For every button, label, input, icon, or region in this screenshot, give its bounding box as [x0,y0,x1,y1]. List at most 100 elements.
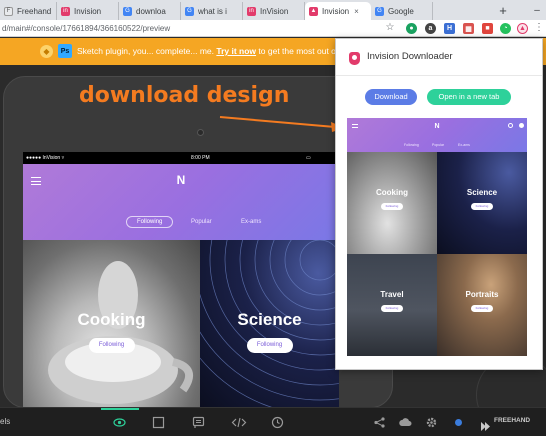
tab-invision-2[interactable]: in InVision [243,2,305,20]
preview-tab: Following [404,143,419,147]
open-new-tab-button[interactable]: Open in a new tab [427,89,511,105]
invision-downloader-extension-icon[interactable]: ▲ [517,23,528,34]
share-icon[interactable] [373,416,386,429]
invision-tab-icon: in [61,6,70,16]
status-dot-icon [452,416,465,429]
preview-card-cooking: Cooking Following [347,152,437,254]
follow-button[interactable]: Following [246,338,293,353]
settings-icon[interactable] [425,416,438,429]
comment-box-icon[interactable] [152,416,165,429]
eye-icon[interactable] [113,416,126,429]
card-science[interactable]: Science Following [200,240,339,407]
preview-logo: N [434,123,440,130]
design-preview-image: N Following Popular Ex-ams Cooking Follo… [347,118,527,356]
minimize-window-icon[interactable]: – [530,3,544,17]
tab-label: downloa [136,6,166,16]
app-tab-popular[interactable]: Popular [191,216,212,228]
diamond-icon: ◆ [40,45,53,58]
card-title: Science [237,310,302,329]
freehand-tab-icon: F [4,6,13,16]
circle-green-extension-icon[interactable]: ● [406,23,417,34]
invision-tab-icon: ▲ [309,6,318,16]
google-tab-icon: G [375,6,384,16]
follow-button: Following [381,305,403,312]
follow-button: Following [471,203,493,210]
invision-downloader-logo-icon [349,52,360,65]
a-extension-icon[interactable]: a [425,23,436,34]
card-title: Portraits [465,290,499,299]
tab-label: InVision [260,6,289,16]
photoshop-icon: Ps [58,44,72,58]
tab-google[interactable]: G Google [371,2,433,20]
preview-header: N Following Popular Ex-ams [347,118,527,152]
tab-label: Google [388,6,414,16]
close-tab-icon[interactable]: × [354,7,359,16]
search-icon [508,123,513,128]
browser-menu-icon[interactable]: ⋮ [534,22,544,33]
tab-label: Freehand [17,6,52,16]
hamburger-menu-icon [352,124,358,128]
card-title: Cooking [376,188,408,197]
tab-download[interactable]: G downloa [119,2,181,20]
try-it-now-link[interactable]: Try it now [216,46,256,56]
card-title: Travel [380,290,404,299]
h-extension-icon[interactable]: H [444,23,455,34]
bookmark-star-icon[interactable]: ☆ [384,22,396,34]
freehand-logo-icon [481,418,491,431]
follow-button: Following [471,305,493,312]
card-cooking[interactable]: Cooking Following [23,240,200,407]
bottom-toolbar: els FREEHAND [0,407,546,436]
invision-tab-icon: in [247,6,256,16]
preview-tab: Popular [432,143,445,147]
address-bar: d/main#/console/17661894/366160522/previ… [0,20,546,37]
url-field[interactable]: d/main#/console/17661894/366160522/previ… [0,20,170,37]
follow-button[interactable]: Following [88,338,135,353]
device-screen: ●●●●● InVision ▿ 8:00 PM ▭ N Following P… [23,152,339,407]
google-tab-icon: G [123,6,132,16]
history-icon[interactable] [271,416,284,429]
code-icon[interactable] [231,416,247,429]
new-tab-button[interactable]: + [496,2,510,18]
avatar [519,123,524,128]
tab-invision-active[interactable]: ▲ Invision × [305,2,371,20]
preview-card-travel: Travel Following [347,254,437,356]
panel-label: els [0,417,11,426]
tab-label: what is i [198,6,227,16]
device-status-bar: ●●●●● InVision ▿ 8:00 PM ▭ [23,152,339,164]
popup-title: Invision Downloader [367,51,453,62]
preview-card-science: Science Following [437,152,527,254]
google-tab-icon: G [185,6,194,16]
app-tab-following[interactable]: Following [126,216,174,228]
tab-freehand[interactable]: F Freehand [0,2,57,20]
app-header: N Following Popular Ex-ams [23,164,339,240]
tab-label: Invision [322,6,350,16]
active-indicator [101,408,139,410]
status-time: 8:00 PM [191,155,210,161]
preview-tab: Ex-ams [458,143,470,147]
app-logo: N [176,173,186,187]
tab-what-is[interactable]: G what is i [181,2,243,20]
tablet-camera [197,129,204,136]
card-title: Science [466,188,498,197]
browser-tab-strip: F Freehand in Invision G downloa G what … [0,0,546,20]
status-carrier: ●●●●● InVision ▿ [26,155,65,161]
follow-button: Following [381,203,403,210]
invision-downloader-popup: Invision Downloader Download Open in a n… [335,38,543,370]
download-button[interactable]: Download [365,89,417,105]
upload-icon[interactable] [399,416,412,429]
comment-icon[interactable] [192,416,205,429]
annotation-label: download design [79,83,290,108]
app-tabs: Following Popular Ex-ams [23,216,339,228]
card-title: Cooking [77,310,146,329]
battery-icon: ▭ [306,155,311,161]
popup-divider [336,75,542,76]
tab-label: Invision [74,6,102,16]
banner-text: Sketch plugin, you... complete... me. Tr… [77,46,343,56]
preview-card-portraits: Portraits Following [437,254,527,356]
tab-invision-1[interactable]: in Invision [57,2,119,20]
app-tab-exams[interactable]: Ex-ams [241,216,261,228]
chat-extension-icon[interactable]: ◔ [500,23,511,34]
red-extension-icon[interactable]: ■ [482,23,493,34]
grid-extension-icon[interactable]: ▦ [463,23,474,34]
hamburger-menu-icon[interactable] [31,177,41,185]
